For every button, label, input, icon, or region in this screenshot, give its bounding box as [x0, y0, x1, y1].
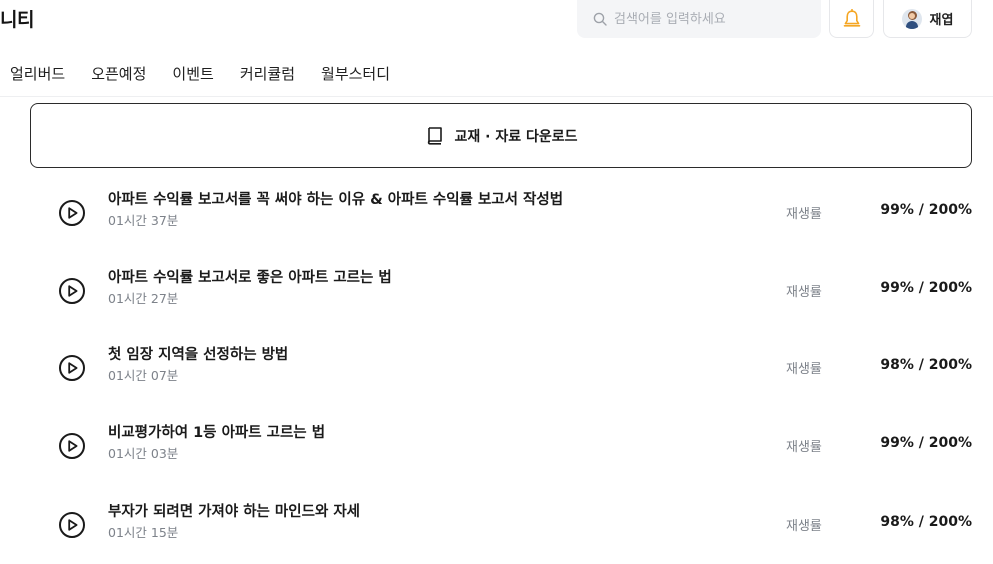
search-input[interactable]	[614, 11, 804, 27]
lesson-duration: 01시간 07분	[108, 368, 179, 383]
lesson-duration: 01시간 03분	[108, 446, 179, 461]
play-icon[interactable]	[58, 199, 86, 227]
play-rate-label: 재생률	[786, 440, 822, 455]
search-box[interactable]	[577, 0, 821, 38]
play-rate-label: 재생률	[786, 362, 822, 377]
lesson-duration: 01시간 27분	[108, 291, 179, 306]
avatar	[901, 8, 922, 29]
user-name: 재엽	[929, 13, 954, 28]
book-icon	[427, 126, 442, 145]
user-menu-button[interactable]: 재엽	[883, 0, 972, 38]
play-icon[interactable]	[58, 432, 86, 460]
lesson-title[interactable]: 아파트 수익률 보고서로 좋은 아파트 고르는 법	[108, 266, 392, 287]
nav-item-coming-soon[interactable]: 오픈예정	[91, 63, 146, 84]
notification-button[interactable]	[829, 0, 874, 38]
lesson-title[interactable]: 부자가 되려면 가져야 하는 마인드와 자세	[108, 500, 360, 521]
nav-divider	[0, 96, 993, 97]
play-rate-label: 재생률	[786, 207, 822, 222]
bell-icon	[843, 8, 860, 27]
lesson-duration: 01시간 15분	[108, 525, 179, 540]
play-rate-label: 재생률	[786, 519, 822, 534]
category-nav: 얼리버드 오픈예정 이벤트 커리큘럼 월부스터디	[0, 58, 416, 88]
lesson-duration: 01시간 37분	[108, 213, 179, 228]
lesson-row[interactable]: 아파트 수익률 보고서로 좋은 아파트 고르는 법 01시간 27분 재생률 9…	[0, 266, 993, 326]
nav-item-event[interactable]: 이벤트	[172, 63, 213, 84]
lesson-title[interactable]: 비교평가하여 1등 아파트 고르는 법	[108, 421, 325, 442]
play-rate-value: 99% / 200%	[880, 435, 972, 451]
play-rate-value: 98% / 200%	[880, 514, 972, 530]
nav-item-study[interactable]: 월부스터디	[321, 63, 390, 84]
top-bar: 니티 재엽	[0, 0, 993, 40]
lesson-row[interactable]: 비교평가하여 1등 아파트 고르는 법 01시간 03분 재생률 99% / 2…	[0, 421, 993, 481]
play-icon[interactable]	[58, 354, 86, 382]
play-rate-value: 99% / 200%	[880, 202, 972, 218]
download-label: 교재 · 자료 다운로드	[454, 128, 578, 145]
lesson-row[interactable]: 부자가 되려면 가져야 하는 마인드와 자세 01시간 15분 재생률 98% …	[0, 500, 993, 560]
lesson-row[interactable]: 아파트 수익률 보고서를 꼭 써야 하는 이유 & 아파트 수익률 보고서 작성…	[0, 188, 993, 248]
lesson-row[interactable]: 첫 임장 지역을 선정하는 방법 01시간 07분 재생률 98% / 200%	[0, 343, 993, 403]
play-rate-value: 99% / 200%	[880, 280, 972, 296]
nav-item-early-bird[interactable]: 얼리버드	[10, 63, 65, 84]
play-icon[interactable]	[58, 277, 86, 305]
play-icon[interactable]	[58, 511, 86, 539]
download-materials-button[interactable]: 교재 · 자료 다운로드	[30, 103, 972, 168]
search-icon	[593, 12, 607, 26]
play-rate-value: 98% / 200%	[880, 357, 972, 373]
lesson-title[interactable]: 아파트 수익률 보고서를 꼭 써야 하는 이유 & 아파트 수익률 보고서 작성…	[108, 188, 563, 209]
play-rate-label: 재생률	[786, 285, 822, 300]
brand-title[interactable]: 니티	[0, 5, 34, 32]
nav-item-curriculum[interactable]: 커리큘럼	[240, 63, 295, 84]
lesson-title[interactable]: 첫 임장 지역을 선정하는 방법	[108, 343, 288, 364]
